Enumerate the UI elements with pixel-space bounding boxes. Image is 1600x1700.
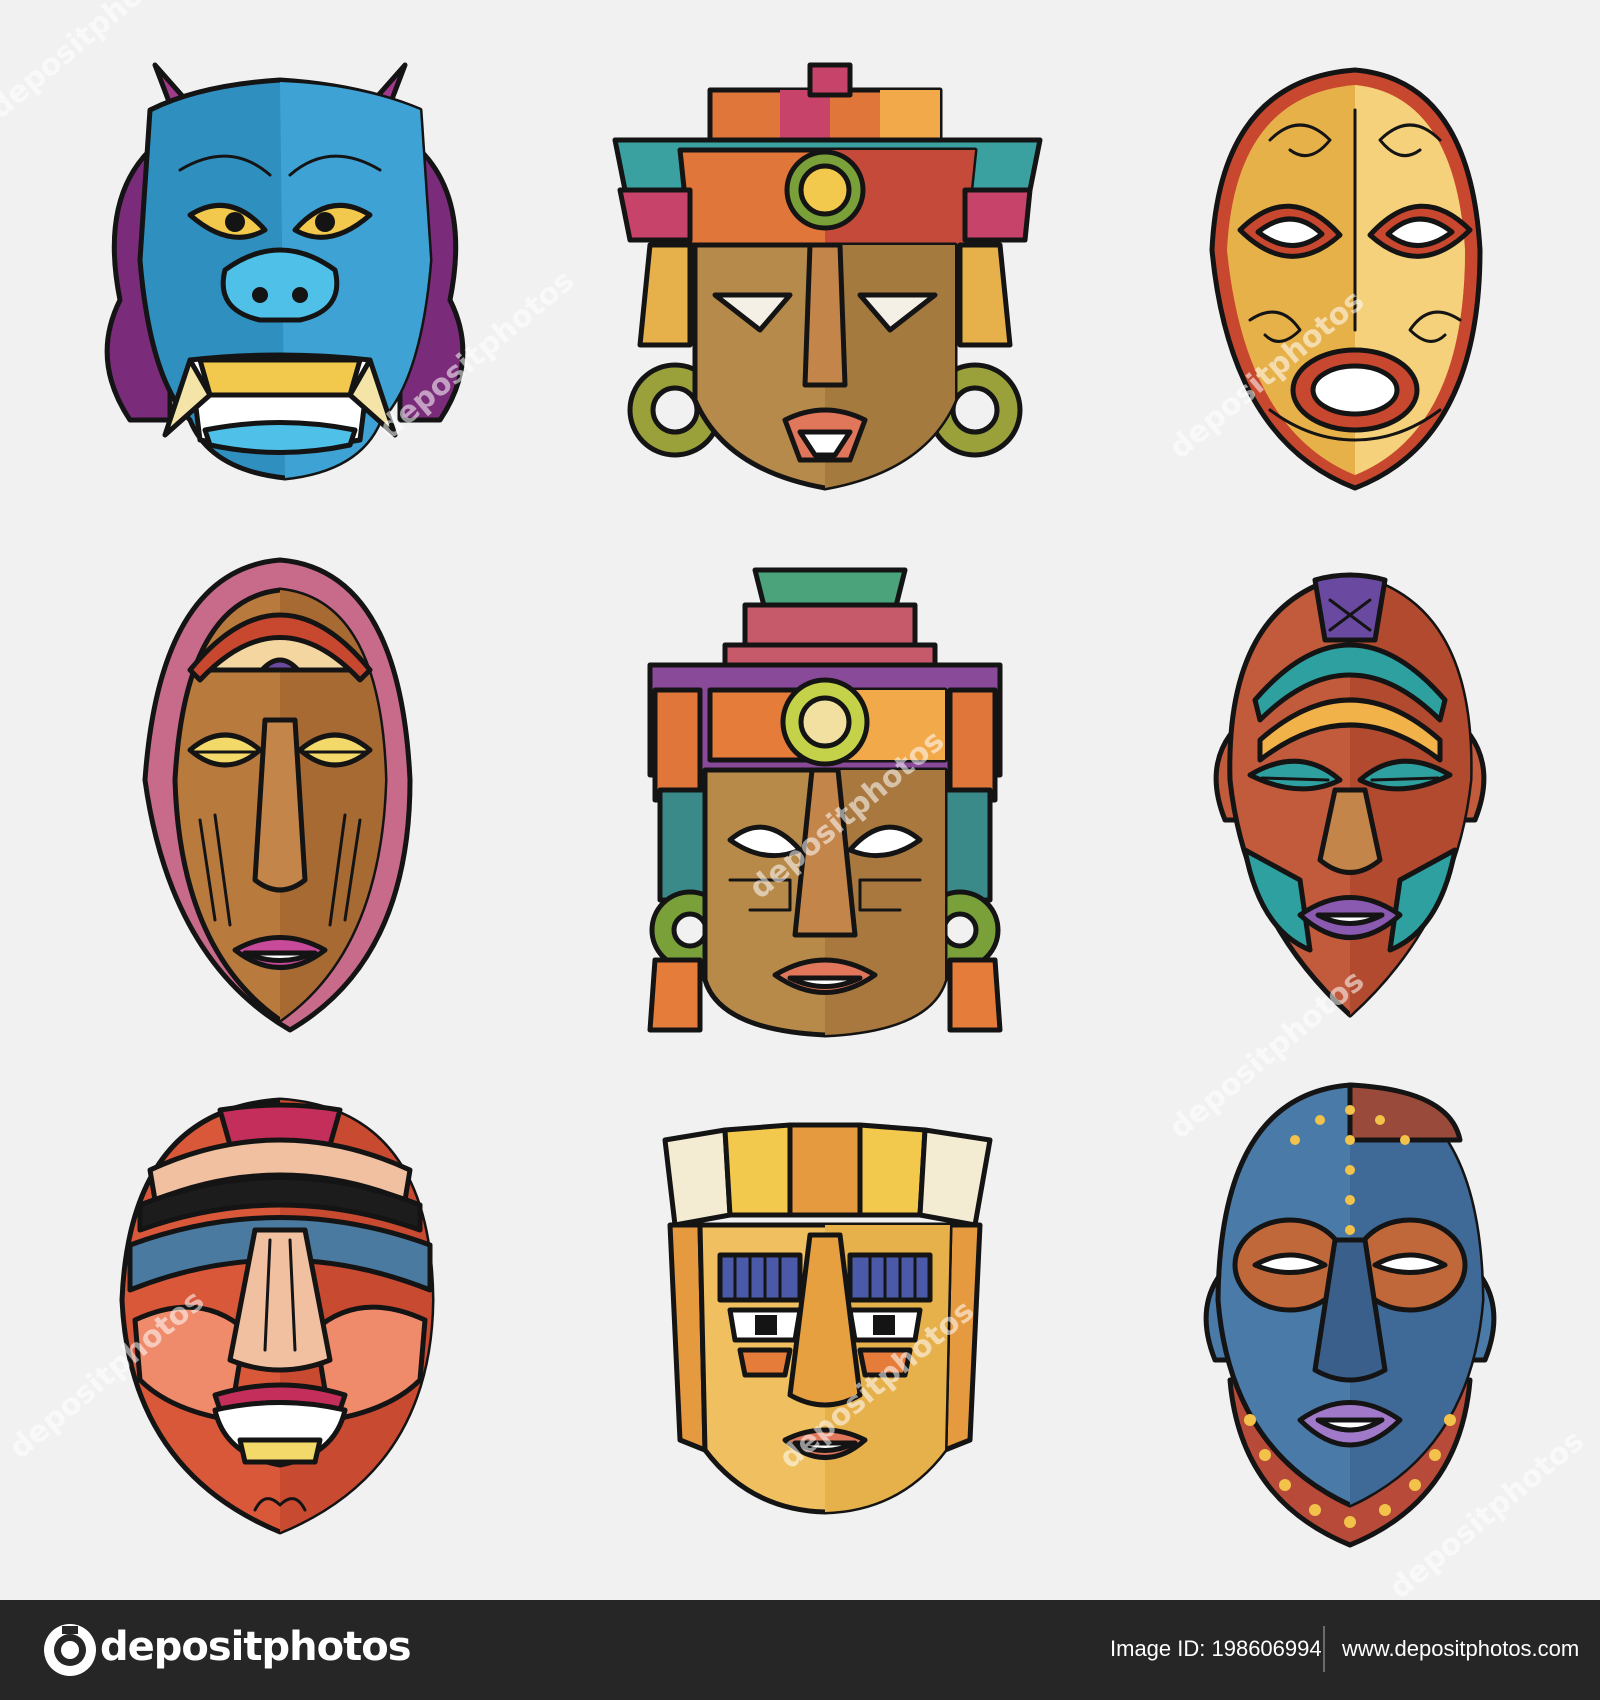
footer-bar: depositphotos Image ID: 198606994 www.de…	[0, 1600, 1600, 1700]
swirl-ornament-mask	[1209, 67, 1483, 491]
african-painted-mask	[1213, 572, 1487, 1018]
logo-text: depositphotos	[100, 1624, 412, 1670]
aztec-headdress-mask	[612, 62, 1043, 491]
studded-blue-mask	[1203, 1082, 1497, 1548]
masks-illustration: depositphotos depositphotos depositphoto…	[0, 0, 1591, 1600]
closed-eye-wood-mask	[142, 557, 413, 1033]
image-id-text: Image ID: 198606994	[1110, 1636, 1322, 1661]
site-link[interactable]: www.depositphotos.com	[1342, 1636, 1579, 1662]
footer-divider	[1323, 1626, 1325, 1672]
mayan-feather-mask	[647, 567, 1003, 1038]
